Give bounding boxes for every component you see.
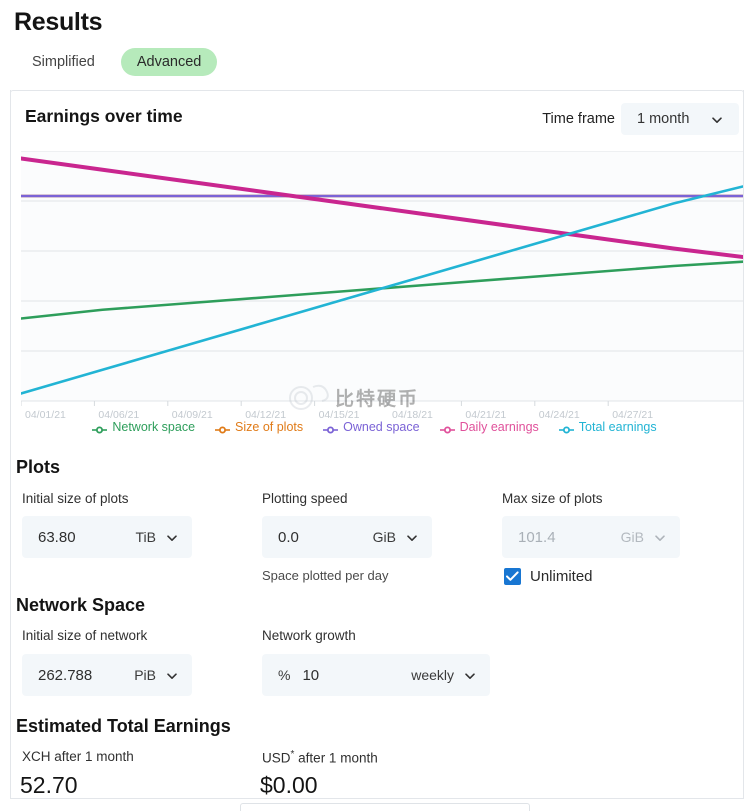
card-right-border (743, 90, 744, 798)
legend-item-network-space[interactable]: Network space (92, 420, 195, 434)
legend-marker-icon (439, 422, 455, 434)
legend-item-owned-space[interactable]: Owned space (323, 420, 420, 434)
timeframe-control: Time frame 1 month (542, 103, 739, 135)
chevron-down-icon (406, 531, 418, 543)
xch-earnings-value: 52.70 (20, 772, 78, 798)
legend-label: Daily earnings (459, 420, 539, 434)
initial-size-of-plots-unit-select[interactable]: TiB (136, 529, 178, 545)
initial-size-of-network-field[interactable]: 262.788 PiB (22, 654, 192, 696)
legend-label: Total earnings (578, 420, 657, 434)
initial-size-of-plots-value: 63.80 (38, 528, 76, 546)
legend-item-daily-earnings[interactable]: Daily earnings (439, 420, 539, 434)
initial-size-of-plots-label: Initial size of plots (22, 491, 129, 506)
chevron-down-icon (166, 669, 178, 681)
max-size-of-plots-value: 101.4 (518, 528, 556, 546)
network-growth-value: 10 (302, 666, 320, 684)
legend-label: Owned space (343, 420, 420, 434)
view-mode-tabs: Simplified Advanced (16, 48, 218, 76)
results-page: Results Simplified Advanced Earnings ove… (0, 0, 749, 811)
percent-sign: % (278, 667, 291, 683)
legend-marker-icon (558, 422, 574, 434)
chart-plot-area: 04/01/21 04/06/21 04/09/21 04/12/21 04/15/21… (21, 151, 743, 442)
legend-label: Network space (112, 420, 196, 434)
unlimited-checkbox-row[interactable]: Unlimited (504, 568, 593, 585)
legend-item-total-earnings[interactable]: Total earnings (558, 420, 657, 434)
network-growth-label: Network growth (262, 628, 356, 643)
network-growth-period-select[interactable]: weekly (411, 667, 476, 683)
unlimited-label: Unlimited (530, 568, 593, 585)
usd-earnings-value: $0.00 (260, 772, 318, 798)
unit-value: GiB (620, 529, 644, 545)
legend-marker-icon (92, 422, 108, 434)
initial-size-of-plots-field[interactable]: 63.80 TiB (22, 516, 192, 558)
unit-value: GiB (372, 529, 396, 545)
page-title: Results (14, 8, 103, 36)
period-value: weekly (411, 667, 454, 683)
chart-title: Earnings over time (25, 106, 183, 126)
timeframe-label: Time frame (542, 111, 615, 127)
chevron-down-icon (166, 531, 178, 543)
max-size-of-plots-field[interactable]: 101.4 GiB (502, 516, 680, 558)
card-bottom-border (10, 798, 744, 799)
checkbox-checked-icon[interactable] (504, 568, 521, 585)
plotting-speed-field[interactable]: 0.0 GiB (262, 516, 432, 558)
plotting-speed-helper-text: Space plotted per day (262, 568, 389, 583)
max-size-of-plots-label: Max size of plots (502, 491, 603, 506)
line-chart-svg: 04/01/21 04/06/21 04/09/21 04/12/21 04/15/21… (21, 151, 743, 421)
initial-size-of-network-unit-select[interactable]: PiB (134, 667, 178, 683)
unit-value: TiB (135, 529, 156, 545)
chevron-down-icon (711, 113, 723, 125)
initial-size-of-network-value: 262.788 (38, 666, 93, 684)
estimated-total-earnings-title: Estimated Total Earnings (16, 716, 231, 736)
xch-earnings-label: XCH after 1 month (22, 749, 134, 764)
network-growth-field[interactable]: % 10 weekly (262, 654, 490, 696)
legend-label: Size of plots (235, 420, 304, 434)
unit-value: PiB (134, 667, 156, 683)
plotting-speed-label: Plotting speed (262, 491, 348, 506)
card-left-border (10, 90, 11, 798)
usd-label-rest: after 1 month (294, 750, 378, 766)
plotting-speed-value: 0.0 (278, 528, 299, 546)
usd-label-main: USD (262, 750, 291, 766)
next-card-top-edge (240, 803, 530, 811)
timeframe-select[interactable]: 1 month (621, 103, 739, 135)
tab-advanced[interactable]: Advanced (120, 48, 218, 76)
network-space-section-title: Network Space (16, 595, 146, 615)
plotting-speed-unit-select[interactable]: GiB (373, 529, 418, 545)
timeframe-value: 1 month (637, 111, 690, 127)
earnings-chart-card: Earnings over time Time frame 1 month 04… (10, 90, 744, 442)
chart-header: Earnings over time Time frame 1 month (11, 91, 743, 151)
plots-section-title: Plots (16, 457, 61, 477)
chevron-down-icon (464, 669, 476, 681)
chart-legend: Network space Size of plots Owned space … (0, 420, 749, 434)
tab-simplified[interactable]: Simplified (16, 48, 111, 76)
usd-earnings-label: USD* after 1 month (262, 749, 378, 766)
chevron-down-icon (654, 531, 666, 543)
legend-item-size-of-plots[interactable]: Size of plots (215, 420, 303, 434)
legend-marker-icon (323, 422, 339, 434)
initial-size-of-network-label: Initial size of network (22, 628, 148, 643)
max-size-of-plots-unit-select[interactable]: GiB (621, 529, 666, 545)
legend-marker-icon (215, 422, 231, 434)
